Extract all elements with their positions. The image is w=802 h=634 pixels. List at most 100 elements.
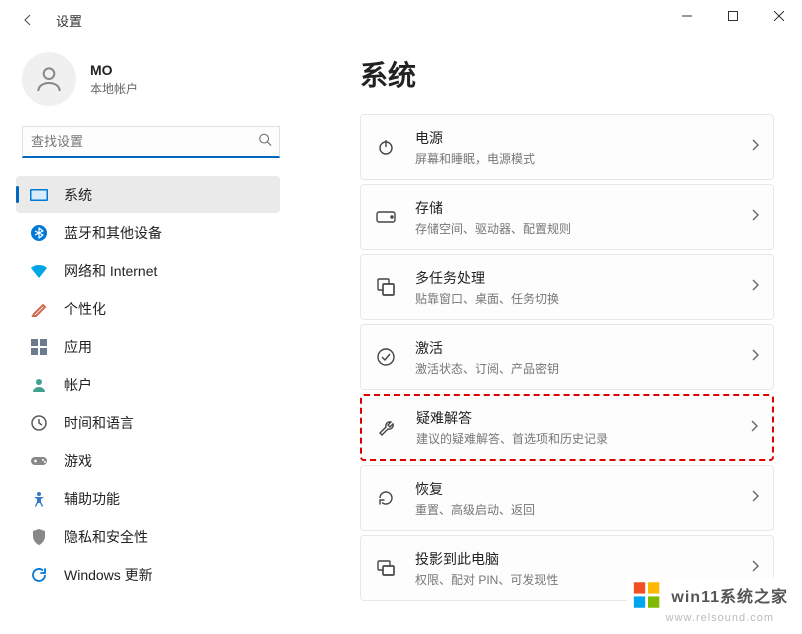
privacy-icon [30, 528, 48, 546]
card-subtitle: 存储空间、驱动器、配置规则 [415, 220, 751, 237]
sidebar-item-label: 辅助功能 [64, 489, 120, 509]
sidebar-item-gaming[interactable]: 游戏 [16, 442, 280, 479]
recovery-icon [375, 487, 397, 509]
watermark-text-1: www.relsound.com [666, 612, 774, 624]
chevron-right-icon [751, 278, 759, 296]
settings-card-recovery[interactable]: 恢复重置、高级启动、返回 [360, 465, 774, 531]
settings-card-troubleshoot[interactable]: 疑难解答建议的疑难解答、首选项和历史记录 [360, 394, 774, 461]
close-button[interactable] [756, 0, 802, 32]
sidebar: MO 本地帐户 系统蓝牙和其他设备网络和 Internet 个性化应用帐户时间和语… [0, 40, 300, 634]
project-icon [375, 557, 397, 579]
card-title: 电源 [415, 128, 751, 148]
profile-sub: 本地帐户 [90, 80, 138, 97]
card-text: 激活激活状态、订阅、产品密钥 [415, 338, 751, 377]
card-text: 多任务处理贴靠窗口、桌面、任务切换 [415, 268, 751, 307]
card-text: 存储存储空间、驱动器、配置规则 [415, 198, 751, 237]
card-subtitle: 屏幕和睡眠，电源模式 [415, 150, 751, 167]
card-subtitle: 重置、高级启动、返回 [415, 501, 751, 518]
maximize-button[interactable] [710, 0, 756, 32]
sidebar-item-time[interactable]: 时间和语言 [16, 404, 280, 441]
settings-card-power[interactable]: 电源屏幕和睡眠，电源模式 [360, 114, 774, 180]
win-logo-icon [631, 578, 665, 612]
card-list: 电源屏幕和睡眠，电源模式存储存储空间、驱动器、配置规则多任务处理贴靠窗口、桌面、… [360, 114, 774, 601]
sidebar-item-bluetooth[interactable]: 蓝牙和其他设备 [16, 214, 280, 251]
watermark-text-2: win11系统之家 [671, 583, 788, 607]
apps-icon [30, 338, 48, 356]
multitask-icon [375, 276, 397, 298]
window-controls [664, 0, 802, 32]
app-title: 设置 [56, 11, 82, 30]
card-subtitle: 激活状态、订阅、产品密钥 [415, 360, 751, 377]
back-button[interactable] [18, 10, 38, 30]
watermark-logo: win11系统之家 [627, 578, 788, 612]
storage-icon [375, 206, 397, 228]
update-icon [30, 566, 48, 584]
card-title: 投影到此电脑 [415, 549, 751, 569]
sidebar-item-network[interactable]: 网络和 Internet [16, 252, 280, 289]
card-title: 恢复 [415, 479, 751, 499]
card-subtitle: 建议的疑难解答、首选项和历史记录 [416, 430, 750, 447]
settings-card-activation[interactable]: 激活激活状态、订阅、产品密钥 [360, 324, 774, 390]
network-icon [30, 262, 48, 280]
titlebar: 设置 [0, 0, 802, 40]
settings-card-multitask[interactable]: 多任务处理贴靠窗口、桌面、任务切换 [360, 254, 774, 320]
profile-text: MO 本地帐户 [90, 62, 138, 97]
sidebar-item-label: 网络和 Internet [64, 261, 157, 281]
sidebar-item-label: Windows 更新 [64, 565, 153, 585]
sidebar-item-update[interactable]: Windows 更新 [16, 556, 280, 593]
power-icon [375, 136, 397, 158]
card-title: 存储 [415, 198, 751, 218]
sidebar-item-label: 游戏 [64, 451, 92, 471]
sidebar-item-label: 帐户 [64, 375, 92, 395]
sidebar-item-label: 时间和语言 [64, 413, 134, 433]
sidebar-item-label: 隐私和安全性 [64, 527, 148, 547]
card-subtitle: 贴靠窗口、桌面、任务切换 [415, 290, 751, 307]
maximize-icon [728, 11, 738, 21]
sidebar-item-accessibility[interactable]: 辅助功能 [16, 480, 280, 517]
accessibility-icon [30, 490, 48, 508]
nav-list: 系统蓝牙和其他设备网络和 Internet 个性化应用帐户时间和语言游戏辅助功能隐… [16, 176, 300, 593]
person-icon [33, 63, 65, 95]
sidebar-item-apps[interactable]: 应用 [16, 328, 280, 365]
minimize-icon [682, 11, 692, 21]
activation-icon [375, 346, 397, 368]
chevron-right-icon [751, 559, 759, 577]
sidebar-item-personal[interactable]: 个性化 [16, 290, 280, 327]
chevron-right-icon [751, 138, 759, 156]
sidebar-item-accounts[interactable]: 帐户 [16, 366, 280, 403]
chevron-right-icon [750, 419, 758, 437]
profile-section[interactable]: MO 本地帐户 [16, 52, 300, 106]
sidebar-item-system[interactable]: 系统 [16, 176, 280, 213]
card-title: 激活 [415, 338, 751, 358]
system-icon [30, 186, 48, 204]
sidebar-item-privacy[interactable]: 隐私和安全性 [16, 518, 280, 555]
content-area: 系统 电源屏幕和睡眠，电源模式存储存储空间、驱动器、配置规则多任务处理贴靠窗口、… [300, 40, 802, 634]
time-icon [30, 414, 48, 432]
card-text: 恢复重置、高级启动、返回 [415, 479, 751, 518]
close-icon [774, 11, 784, 21]
search-input[interactable] [22, 126, 280, 158]
chevron-right-icon [751, 489, 759, 507]
profile-name: MO [90, 62, 138, 78]
settings-card-storage[interactable]: 存储存储空间、驱动器、配置规则 [360, 184, 774, 250]
minimize-button[interactable] [664, 0, 710, 32]
card-text: 电源屏幕和睡眠，电源模式 [415, 128, 751, 167]
card-title: 多任务处理 [415, 268, 751, 288]
avatar [22, 52, 76, 106]
back-arrow-icon [20, 12, 36, 28]
card-text: 疑难解答建议的疑难解答、首选项和历史记录 [416, 408, 750, 447]
sidebar-item-label: 应用 [64, 337, 92, 357]
accounts-icon [30, 376, 48, 394]
page-title: 系统 [360, 54, 774, 94]
gaming-icon [30, 452, 48, 470]
card-title: 疑难解答 [416, 408, 750, 428]
sidebar-item-label: 个性化 [64, 299, 106, 319]
personal-icon [30, 300, 48, 318]
chevron-right-icon [751, 348, 759, 366]
search-wrapper [22, 126, 280, 158]
chevron-right-icon [751, 208, 759, 226]
troubleshoot-icon [376, 417, 398, 439]
bluetooth-icon [30, 224, 48, 242]
sidebar-item-label: 蓝牙和其他设备 [64, 223, 162, 243]
sidebar-item-label: 系统 [64, 185, 92, 205]
